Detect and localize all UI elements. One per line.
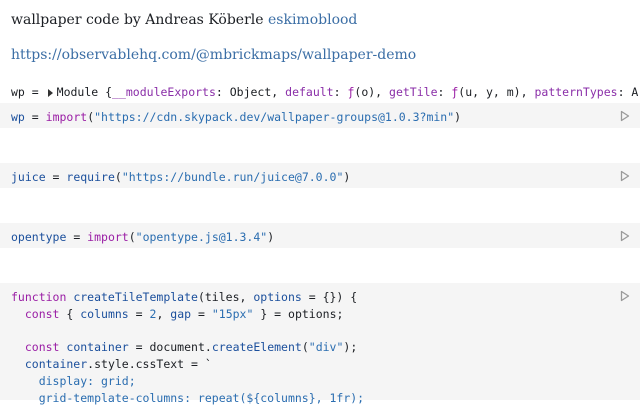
author-link[interactable]: eskimoblood (268, 12, 357, 28)
cell-source[interactable]: juice = require("https://bundle.run/juic… (11, 169, 350, 186)
cell-output-wp: wp = Module {__moduleExports: Object, de… (11, 85, 640, 99)
cell-source[interactable]: wp = import("https://cdn.skypack.dev/wal… (11, 109, 461, 126)
run-cell-icon[interactable] (620, 230, 630, 242)
cell-source[interactable]: opentype = import("opentype.js@1.3.4") (11, 229, 274, 246)
module-label[interactable]: Module { (57, 85, 112, 99)
code-cell-opentype[interactable]: opentype = import("opentype.js@1.3.4") (0, 223, 640, 248)
code-cell-juice[interactable]: juice = require("https://bundle.run/juic… (0, 163, 640, 188)
run-cell-icon[interactable] (620, 170, 630, 182)
notebook-title: wallpaper code by Andreas Köberle eskimo… (11, 11, 357, 29)
run-cell-icon[interactable] (620, 110, 630, 122)
expand-caret-icon[interactable] (47, 88, 53, 97)
code-cell-wp[interactable]: wp = import("https://cdn.skypack.dev/wal… (0, 103, 640, 128)
output-var: wp (11, 85, 25, 99)
code-cell-create-tile-template[interactable]: function createTileTemplate(tiles, optio… (0, 283, 640, 405)
demo-link-line: https://observablehq.com/@mbrickmaps/wal… (11, 46, 416, 64)
cell-source[interactable]: function createTileTemplate(tiles, optio… (11, 289, 364, 407)
run-cell-icon[interactable] (620, 290, 630, 302)
demo-link[interactable]: https://observablehq.com/@mbrickmaps/wal… (11, 47, 416, 63)
title-text: wallpaper code by Andreas Köberle (11, 12, 264, 28)
